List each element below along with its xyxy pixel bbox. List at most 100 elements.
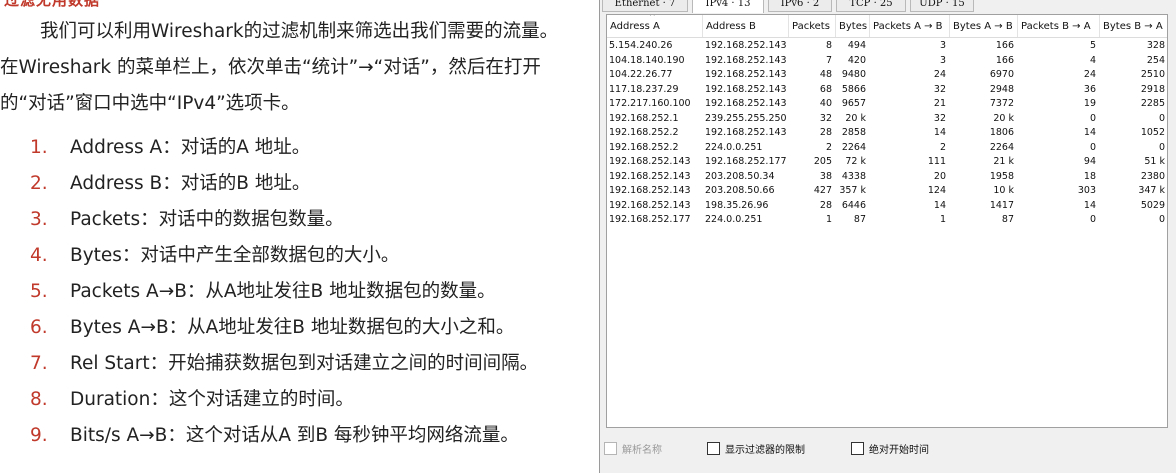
table-row[interactable]: 104.22.26.77 192.168.252.143 48 9480 24 6970 2… — [607, 68, 1167, 83]
table-row[interactable]: 192.168.252.2 192.168.252.143 28 2858 14 1806… — [607, 126, 1167, 141]
list-item: 7. Rel Start：开始捕获数据包到对话建立之间的时间间隔。 — [0, 346, 590, 382]
cell-address-a: 192.168.252.2 — [609, 127, 679, 138]
cell-address-a: 192.168.252.1 — [609, 112, 679, 124]
cell-address-b: 192.168.252.143 — [705, 98, 787, 109]
checkbox-box[interactable] — [604, 442, 617, 455]
list-item: 5. Packets A→B：从A地址发往B 地址数据包的数量。 — [0, 274, 590, 310]
cell-address-b: 192.168.252.143 — [705, 40, 787, 51]
tab-ipv4[interactable]: IPv4 · 13 — [692, 0, 764, 13]
cell-address-b: 192.168.252.143 — [705, 127, 787, 138]
tab-ipv6[interactable]: IPv6 · 2 — [768, 0, 832, 12]
cell-bytes-b-a: 347 k — [1138, 185, 1165, 196]
tab-tcp[interactable]: TCP · 25 — [836, 0, 906, 12]
list-item-number: 2. — [30, 173, 48, 194]
table-header: ^ Address A Address B Packets Bytes Pack… — [607, 15, 1167, 38]
column-definition-list: 1. Address A：对话的A 地址。 2. Address B：对话的B 地址… — [0, 130, 590, 454]
cell-bytes-a-b: 2948 — [989, 83, 1014, 95]
cell-bytes-a-b: 87 — [1001, 214, 1014, 225]
cell-packets-a-b: 21 — [933, 98, 946, 109]
column-header-address-a[interactable]: Address A — [607, 15, 703, 37]
table-row[interactable]: 192.168.252.1 239.255.255.250 32 20 k 32 20 k… — [607, 112, 1167, 127]
cell-bytes: 9480 — [841, 69, 866, 80]
list-item: 8. Duration：这个对话建立的时间。 — [0, 382, 590, 418]
cell-packets-a-b: 14 — [933, 127, 946, 138]
cell-packets-b-a: 14 — [1083, 199, 1096, 211]
cell-packets-b-a: 18 — [1083, 170, 1096, 182]
cell-packets: 7 — [825, 54, 832, 66]
cell-bytes-a-b: 166 — [995, 40, 1014, 51]
cell-bytes-a-b: 1417 — [989, 199, 1014, 211]
list-item: 4. Bytes：对话中产生全部数据包的大小。 — [0, 238, 590, 274]
cell-bytes: 494 — [847, 40, 866, 51]
cell-bytes: 420 — [847, 54, 866, 66]
cell-bytes: 87 — [853, 214, 866, 225]
cell-packets-a-b: 124 — [927, 185, 946, 196]
intro-paragraph: 我们可以利用Wireshark的过滤机制来筛选出我们需要的流量。在Wiresha… — [0, 14, 566, 122]
cell-packets-a-b: 24 — [933, 69, 946, 80]
column-header-bytes[interactable]: Bytes — [836, 15, 870, 37]
cell-packets-b-a: 4 — [1089, 54, 1096, 66]
cell-packets: 28 — [819, 199, 832, 211]
checkbox-box[interactable] — [851, 442, 864, 455]
dialog-options: 解析名称 显示过滤器的限制 绝对开始时间 — [600, 437, 1176, 461]
cell-address-a: 5.154.240.26 — [609, 40, 673, 51]
cell-bytes: 2858 — [841, 127, 866, 138]
list-item-number: 3. — [30, 209, 48, 230]
cell-bytes: 72 k — [845, 156, 866, 167]
table-row[interactable]: 192.168.252.143 203.208.50.66 427 357 k 124 1… — [607, 184, 1167, 199]
list-item-text: Bytes A→B：从A地址发往B 地址数据包的大小之和。 — [70, 317, 515, 338]
absolute-start-time-checkbox[interactable]: 绝对开始时间 — [851, 442, 929, 456]
cell-packets: 40 — [819, 98, 832, 109]
cell-packets-a-b: 111 — [927, 156, 946, 167]
column-header-bytes-a-b[interactable]: Bytes A → B — [950, 15, 1018, 37]
checkbox-box[interactable] — [707, 442, 720, 455]
cell-bytes: 9657 — [841, 98, 866, 109]
table-row[interactable]: 172.217.160.100 192.168.252.143 40 9657 21 73… — [607, 97, 1167, 112]
cell-bytes: 6446 — [841, 199, 866, 211]
column-header-packets-a-b[interactable]: Packets A → B — [870, 15, 950, 37]
cell-packets-b-a: 5 — [1089, 40, 1096, 51]
cell-bytes-a-b: 1958 — [989, 170, 1014, 182]
cell-packets: 48 — [819, 69, 832, 80]
cell-address-b: 198.35.26.96 — [705, 199, 769, 211]
resolve-names-checkbox[interactable]: 解析名称 — [604, 442, 662, 456]
list-item-text: Rel Start：开始捕获数据包到对话建立之间的时间间隔。 — [70, 353, 539, 374]
cell-bytes-b-a: 5029 — [1140, 199, 1165, 211]
table-row[interactable]: 192.168.252.177 224.0.0.251 1 87 1 87 0 0 — [607, 213, 1167, 228]
list-item-text: Packets A→B：从A地址发往B 地址数据包的数量。 — [70, 281, 496, 302]
cell-bytes-a-b: 10 k — [993, 185, 1014, 196]
column-header-address-b[interactable]: Address B — [703, 15, 789, 37]
column-header-packets-b-a[interactable]: Packets B → A — [1018, 15, 1100, 37]
cell-bytes-a-b: 20 k — [993, 112, 1014, 124]
table-row[interactable]: 192.168.252.143 203.208.50.34 38 4338 20 1958… — [607, 170, 1167, 185]
cell-packets-a-b: 14 — [933, 199, 946, 211]
list-item-number: 4. — [30, 245, 48, 266]
table-row[interactable]: 192.168.252.143 198.35.26.96 28 6446 14 1417 1… — [607, 199, 1167, 214]
list-item-number: 6. — [30, 317, 48, 338]
cell-packets-a-b: 1 — [939, 214, 946, 225]
cell-address-a: 192.168.252.177 — [609, 214, 691, 225]
cell-bytes-b-a: 2380 — [1140, 170, 1165, 182]
table-row[interactable]: 5.154.240.26 192.168.252.143 8 494 3 166 5 328 — [607, 39, 1167, 54]
column-header-bytes-b-a[interactable]: Bytes B → A — [1100, 15, 1167, 37]
cell-bytes-a-b: 21 k — [993, 156, 1014, 167]
cell-bytes-b-a: 0 — [1158, 141, 1165, 153]
cell-bytes: 357 k — [839, 185, 866, 196]
table-row[interactable]: 192.168.252.2 224.0.0.251 2 2264 2 2264 0 0 — [607, 141, 1167, 156]
cell-address-b: 224.0.0.251 — [705, 141, 763, 153]
cell-bytes-b-a: 2510 — [1140, 69, 1165, 80]
cell-address-b: 203.208.50.66 — [705, 185, 775, 196]
limit-to-display-filter-checkbox[interactable]: 显示过滤器的限制 — [707, 442, 805, 456]
tab-ethernet[interactable]: Ethernet · 7 — [602, 0, 688, 12]
column-header-packets[interactable]: Packets — [789, 15, 836, 37]
cell-packets-a-b: 2 — [939, 141, 946, 153]
table-row[interactable]: 192.168.252.143 192.168.252.177 205 72 k 111… — [607, 155, 1167, 170]
table-row[interactable]: 104.18.140.190 192.168.252.143 7 420 3 166 4 25… — [607, 54, 1167, 69]
cell-packets-b-a: 94 — [1083, 156, 1096, 167]
list-item: 1. Address A：对话的A 地址。 — [0, 130, 590, 166]
table-row[interactable]: 117.18.237.29 192.168.252.143 68 5866 32 2948… — [607, 83, 1167, 98]
protocol-tab-bar: Ethernet · 7 IPv4 · 13 IPv6 · 2 TCP · 25… — [600, 0, 1176, 13]
list-item: 2. Address B：对话的B 地址。 — [0, 166, 590, 202]
cell-packets-a-b: 32 — [933, 83, 946, 95]
tab-udp[interactable]: UDP · 15 — [910, 0, 974, 12]
